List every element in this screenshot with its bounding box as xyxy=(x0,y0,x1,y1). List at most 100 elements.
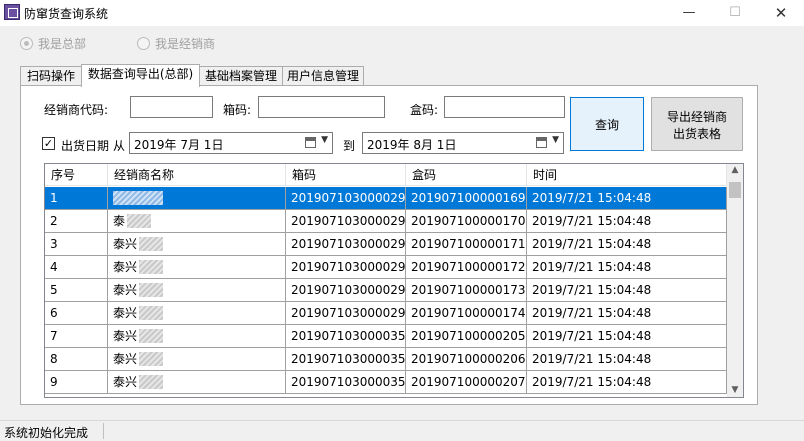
box-code-input[interactable] xyxy=(444,96,565,118)
row-time-text: 2019/7/21 15:04:48 xyxy=(532,237,652,251)
row-carton-code: 201907103000029 xyxy=(286,210,406,233)
row-time: 2019/7/21 15:04:48 xyxy=(527,187,727,210)
minimize-button[interactable]: — xyxy=(666,0,712,26)
row-box-code-text: 201907100000174 xyxy=(411,306,526,320)
row-dealer-name-text: 泰兴 xyxy=(113,306,138,320)
tab-data-query[interactable]: 数据查询导出(总部) xyxy=(81,64,200,87)
close-button[interactable]: ✕ xyxy=(758,0,804,26)
maximize-button[interactable]: ☐ xyxy=(712,0,758,26)
column-header-index[interactable]: 序号 xyxy=(45,164,108,186)
radio-checked-icon xyxy=(20,37,33,50)
redacted-dealer-name xyxy=(139,375,164,389)
chevron-down-icon: ▼ xyxy=(321,135,328,145)
row-index-text: 9 xyxy=(50,375,58,389)
row-dealer-name-text: 泰兴 xyxy=(113,237,138,251)
row-dealer-name: 泰兴 xyxy=(108,233,286,256)
export-dealer-button[interactable]: 导出经销商 出货表格 xyxy=(651,97,743,151)
row-time-text: 2019/7/21 15:04:48 xyxy=(532,306,652,320)
row-carton-code-text: 201907103000029 xyxy=(291,191,406,205)
vertical-scrollbar[interactable]: ▲ ▼ xyxy=(727,164,743,397)
row-carton-code: 201907103000029 xyxy=(286,187,406,210)
carton-code-input[interactable] xyxy=(258,96,385,118)
to-date-picker[interactable]: 2019年 8月 1日 ▼ xyxy=(362,132,564,154)
ship-date-label: 出货日期 xyxy=(61,139,110,153)
row-dealer-name: 泰兴 xyxy=(108,256,286,279)
row-carton-code-text: 201907103000029 xyxy=(291,306,406,320)
row-time-text: 2019/7/21 15:04:48 xyxy=(532,260,652,274)
row-dealer-name: 泰兴 xyxy=(108,348,286,371)
row-time: 2019/7/21 15:04:48 xyxy=(527,348,727,371)
row-carton-code: 201907103000035 xyxy=(286,371,406,394)
row-time-text: 2019/7/21 15:04:48 xyxy=(532,352,652,366)
row-index-text: 8 xyxy=(50,352,58,366)
row-box-code: 201907100000207 xyxy=(406,371,527,394)
row-index: 4 xyxy=(45,256,108,279)
query-button[interactable]: 查询 xyxy=(570,97,644,151)
row-index: 8 xyxy=(45,348,108,371)
row-index: 9 xyxy=(45,371,108,394)
dealer-code-input[interactable] xyxy=(130,96,213,118)
scroll-down-icon[interactable]: ▼ xyxy=(727,385,743,395)
column-header-dealer-name[interactable]: 经销商名称 xyxy=(108,164,286,186)
row-box-code-text: 201907100000173 xyxy=(411,283,526,297)
row-dealer-name: 泰兴 xyxy=(108,302,286,325)
column-header-time[interactable]: 时间 xyxy=(527,164,727,186)
dealer-code-label: 经销商代码: xyxy=(44,103,109,117)
table-row[interactable]: 7 泰兴 201907103000035 201907100000205 2019/7/… xyxy=(45,325,727,348)
tab-scan[interactable]: 扫码操作 xyxy=(20,66,82,86)
column-header-carton-code[interactable]: 箱码 xyxy=(286,164,406,186)
table-row[interactable]: 2 泰 201907103000029 201907100000170 2019/7/2… xyxy=(45,210,727,233)
table-row[interactable]: 8 泰兴 201907103000035 201907100000206 2019/7/… xyxy=(45,348,727,371)
row-carton-code: 201907103000029 xyxy=(286,233,406,256)
radio-dealer[interactable]: 我是经销商 xyxy=(137,35,215,52)
scroll-up-icon[interactable]: ▲ xyxy=(727,165,743,175)
results-grid[interactable]: 序号 经销商名称 箱码 盒码 时间 1 201907103000029 201907… xyxy=(44,163,744,398)
row-time-text: 2019/7/21 15:04:48 xyxy=(532,283,652,297)
row-index-text: 1 xyxy=(50,191,58,205)
from-date-picker[interactable]: 2019年 7月 1日 ▼ xyxy=(129,132,333,154)
row-box-code: 201907100000169 xyxy=(406,187,527,210)
row-dealer-name-text: 泰兴 xyxy=(113,352,138,366)
redacted-dealer-name xyxy=(139,306,164,320)
row-dealer-name: 泰兴 xyxy=(108,279,286,302)
row-time-text: 2019/7/21 15:04:48 xyxy=(532,191,652,205)
row-carton-code-text: 201907103000029 xyxy=(291,237,406,251)
from-label: 从 xyxy=(113,139,126,153)
calendar-icon xyxy=(536,137,547,148)
redacted-dealer-name xyxy=(139,260,164,274)
table-row[interactable]: 4 泰兴 201907103000029 201907100000172 2019/7/… xyxy=(45,256,727,279)
row-index-text: 7 xyxy=(50,329,58,343)
row-box-code-text: 201907100000169 xyxy=(411,191,526,205)
row-box-code: 201907100000174 xyxy=(406,302,527,325)
row-box-code-text: 201907100000170 xyxy=(411,214,526,228)
table-row[interactable]: 3 泰兴 201907103000029 201907100000171 2019/7/… xyxy=(45,233,727,256)
row-carton-code: 201907103000029 xyxy=(286,279,406,302)
row-carton-code-text: 201907103000029 xyxy=(291,260,406,274)
title-bar: 防窜货查询系统 — ☐ ✕ xyxy=(0,0,804,26)
row-box-code-text: 201907100000172 xyxy=(411,260,526,274)
redacted-dealer-name xyxy=(139,352,164,366)
row-box-code: 201907100000206 xyxy=(406,348,527,371)
redacted-dealer-name xyxy=(127,214,152,228)
scroll-thumb[interactable] xyxy=(729,182,741,198)
redacted-dealer-name xyxy=(139,283,164,297)
status-text: 系统初始化完成 xyxy=(4,426,89,440)
table-row[interactable]: 5 泰兴 201907103000029 201907100000173 2019/7/… xyxy=(45,279,727,302)
radio-headquarters[interactable]: 我是总部 xyxy=(20,35,86,52)
column-header-box-code[interactable]: 盒码 xyxy=(406,164,527,186)
row-carton-code-text: 201907103000029 xyxy=(291,214,406,228)
redacted-dealer-name xyxy=(139,329,164,343)
radio-headquarters-label: 我是总部 xyxy=(38,37,87,51)
table-row[interactable]: 9 泰兴 201907103000035 201907100000207 2019/7/… xyxy=(45,371,727,394)
table-row[interactable]: 6 泰兴 201907103000029 201907100000174 2019/7/… xyxy=(45,302,727,325)
ship-date-checkbox[interactable]: ✓ xyxy=(42,137,55,150)
tab-user-info[interactable]: 用户信息管理 xyxy=(282,66,364,86)
row-dealer-name: 泰 xyxy=(108,210,286,233)
grid-header: 序号 经销商名称 箱码 盒码 时间 xyxy=(45,164,727,186)
row-time: 2019/7/21 15:04:48 xyxy=(527,325,727,348)
row-box-code: 201907100000170 xyxy=(406,210,527,233)
app-icon xyxy=(4,4,20,20)
tab-basic-archive[interactable]: 基础档案管理 xyxy=(198,66,284,86)
row-carton-code: 201907103000035 xyxy=(286,348,406,371)
table-row[interactable]: 1 201907103000029 201907100000169 2019/7/21… xyxy=(45,187,727,210)
